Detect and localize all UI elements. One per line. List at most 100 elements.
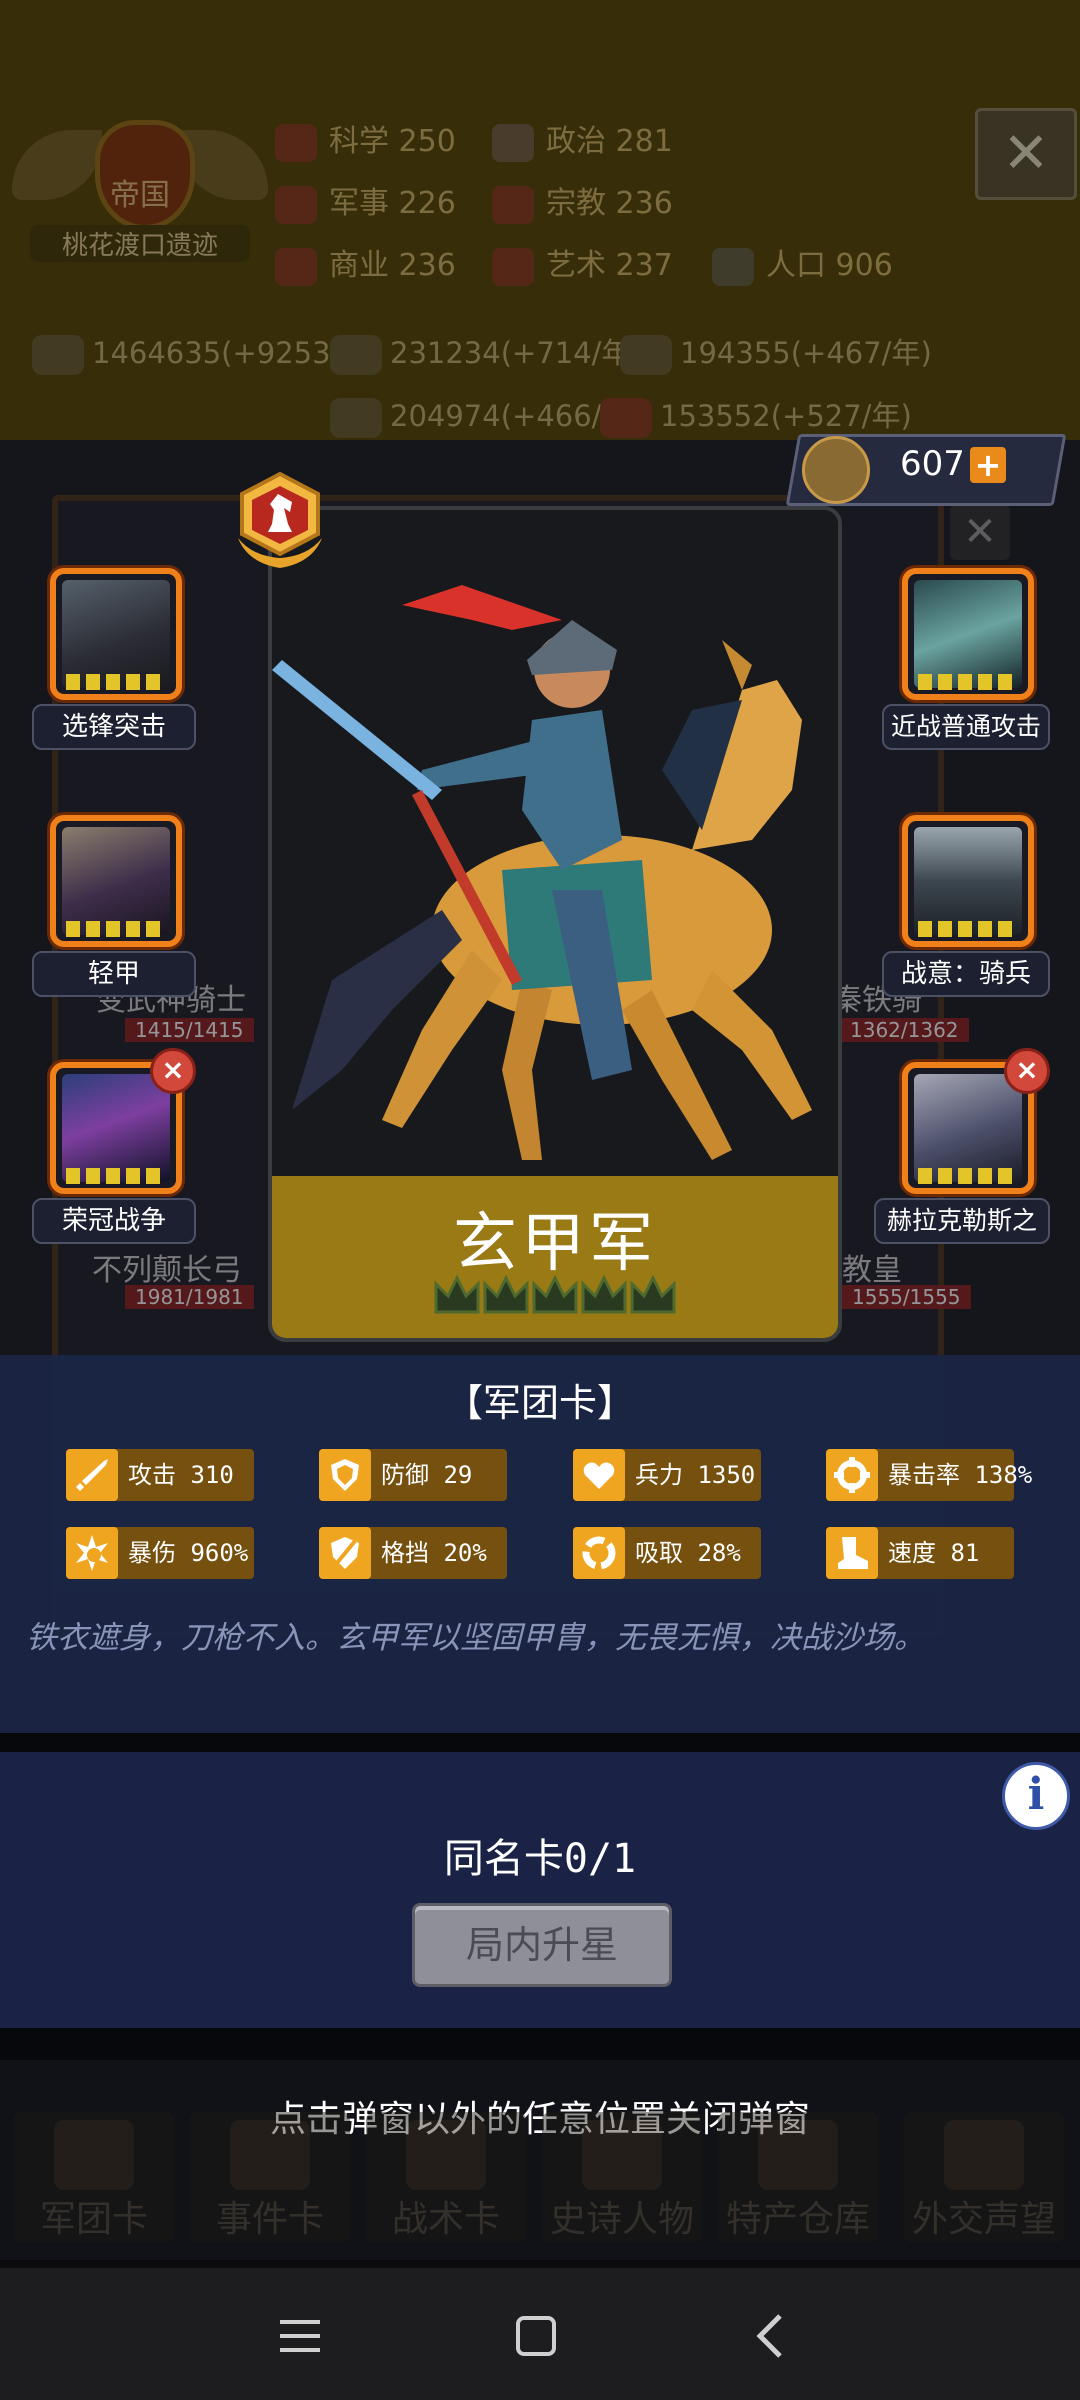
nav-warehouse[interactable]: 特产仓库	[718, 2112, 878, 2242]
envelope-icon	[944, 2120, 1024, 2190]
currency-value: 607	[900, 444, 965, 484]
boot-icon	[826, 1527, 878, 1579]
close-empire-button[interactable]: ✕	[975, 108, 1077, 200]
stat-politics: 政治 281	[492, 116, 673, 162]
skill-art	[914, 827, 1022, 935]
building-icon	[492, 123, 534, 162]
skill-slot-right-1[interactable]	[902, 568, 1034, 700]
square-icon	[516, 2316, 556, 2356]
attr-speed: 速度 81	[826, 1527, 1014, 1579]
skill-slot-left-2[interactable]	[50, 815, 182, 947]
chest-icon	[758, 2120, 838, 2190]
nav-epic-heroes[interactable]: 史诗人物	[542, 2112, 702, 2242]
legion-card: 玄甲军	[268, 506, 842, 1342]
skill-art	[62, 1074, 170, 1182]
resource-stone: 204974(+466/年)	[330, 393, 642, 438]
attr-crit-rate: 暴击率 138%	[826, 1449, 1032, 1501]
nav-tactic-cards[interactable]: 战术卡	[366, 2112, 526, 2242]
crown-rating	[66, 1168, 166, 1184]
gold-coins-icon	[32, 335, 84, 375]
bg-card-hp: 1981/1981	[125, 1285, 254, 1309]
nav-event-cards[interactable]: 事件卡	[190, 2112, 350, 2242]
event-icon	[230, 2120, 310, 2190]
stat-religion: 宗教 236	[492, 178, 673, 224]
attr-crit-damage: 暴伤 960%	[66, 1527, 254, 1579]
attr-attack: 攻击 310	[66, 1449, 254, 1501]
knight-rank-badge-icon	[238, 471, 322, 568]
info-icon[interactable]: i	[1002, 1762, 1070, 1830]
card-description: 铁衣遮身，刀枪不入。玄甲军以坚固甲胄，无畏无惧，决战沙场。	[26, 1620, 925, 1656]
block-icon	[319, 1527, 371, 1579]
back-chevron-icon	[756, 2314, 782, 2358]
resource-gold: 1464635(+9253/年)	[32, 330, 381, 375]
crown-rating	[918, 1168, 1018, 1184]
stat-population: 人口 906	[712, 240, 893, 286]
back-button[interactable]	[730, 2296, 810, 2376]
burst-icon	[66, 1527, 118, 1579]
cross-icon	[492, 185, 534, 224]
wood-icon	[330, 335, 382, 375]
empire-title: 帝国	[110, 178, 170, 213]
attr-lifesteal: 吸取 28%	[573, 1527, 761, 1579]
location-name: 桃花渡口遗迹	[30, 225, 250, 262]
helmet-icon	[54, 2120, 134, 2190]
bg-card-hp: 1362/1362	[840, 1018, 969, 1042]
resource-wood: 231234(+714/年)	[330, 330, 642, 375]
menu-icon	[280, 2320, 320, 2352]
crown-icon	[582, 2120, 662, 2190]
recent-apps-button[interactable]	[260, 2296, 340, 2376]
ore-icon	[620, 335, 672, 375]
scales-icon	[275, 247, 317, 286]
heart-icon	[573, 1449, 625, 1501]
stone-icon	[330, 398, 382, 438]
attr-defense: 防御 29	[319, 1449, 507, 1501]
cavalry-artwork	[272, 510, 838, 1180]
stat-science: 科学 250	[275, 116, 456, 162]
star-up-button[interactable]: 局内升星	[412, 1903, 672, 1987]
remove-skill-button[interactable]: ×	[150, 1048, 196, 1094]
crown-rating	[66, 921, 166, 937]
crosshair-icon	[826, 1449, 878, 1501]
stat-art: 艺术 237	[492, 240, 673, 286]
skill-label: 选锋突击	[32, 704, 196, 750]
person-icon	[712, 247, 754, 286]
drain-icon	[573, 1527, 625, 1579]
skill-art	[914, 580, 1022, 688]
remove-skill-button[interactable]: ×	[1004, 1048, 1050, 1094]
skill-label: 荣冠战争	[32, 1198, 196, 1244]
star-crowns-icon	[434, 1274, 676, 1314]
nav-legion-cards[interactable]: 军团卡	[14, 2112, 174, 2242]
lotus-icon	[492, 247, 534, 286]
skill-art	[62, 580, 170, 688]
skill-label: 赫拉克勒斯之	[874, 1198, 1050, 1244]
attr-troops: 兵力 1350	[573, 1449, 761, 1501]
attr-block: 格挡 20%	[319, 1527, 507, 1579]
skill-slot-right-2[interactable]	[902, 815, 1034, 947]
home-button[interactable]	[496, 2296, 576, 2376]
shield-icon	[319, 1449, 371, 1501]
add-currency-button[interactable]: +	[970, 447, 1006, 483]
stat-commerce: 商业 236	[275, 240, 456, 286]
nav-diplomacy[interactable]: 外交声望	[904, 2112, 1064, 2242]
skill-label: 战意：骑兵	[882, 951, 1050, 997]
bg-card-name: 不列颠长弓	[92, 1253, 242, 1288]
skill-slot-left-1[interactable]	[50, 568, 182, 700]
skill-label: 轻甲	[32, 951, 196, 997]
bg-card-name: 教皇	[842, 1253, 902, 1288]
card-name: 玄甲军	[453, 1207, 657, 1281]
resource-meat: 153552(+527/年)	[600, 393, 912, 438]
bg-card-hp: 1415/1415	[125, 1018, 254, 1042]
skill-art	[62, 827, 170, 935]
crown-rating	[66, 674, 166, 690]
duplicate-card-count: 同名卡0/1	[443, 1836, 637, 1882]
bg-card-hp: 1555/1555	[842, 1285, 971, 1309]
crown-rating	[918, 921, 1018, 937]
gold-medal-icon	[802, 436, 870, 504]
crossed-swords-icon	[275, 185, 317, 224]
crown-rating	[918, 674, 1018, 690]
tactic-icon	[406, 2120, 486, 2190]
brain-icon	[275, 123, 317, 162]
sword-icon	[66, 1449, 118, 1501]
close-panel-button[interactable]: ✕	[950, 505, 1010, 560]
skill-art	[914, 1074, 1022, 1182]
